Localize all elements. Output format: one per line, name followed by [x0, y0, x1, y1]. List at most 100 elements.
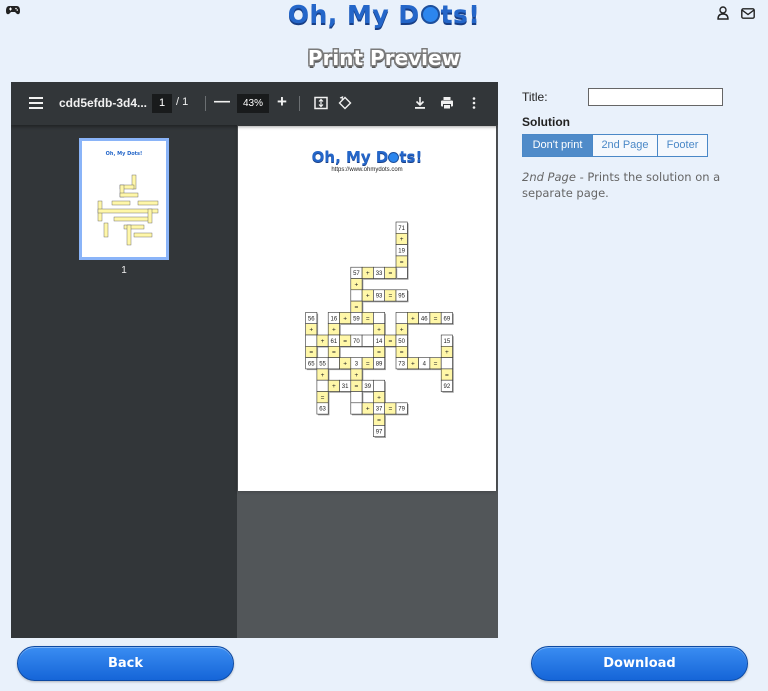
- solution-label: Solution: [522, 115, 570, 129]
- thumbnail-page-number: 1: [121, 265, 127, 276]
- puzzle-number: 65: [308, 361, 315, 367]
- puzzle-operator: +: [355, 281, 359, 288]
- puzzle-number: 92: [444, 384, 451, 390]
- svg-text:Oh, My Dots!: Oh, My Dots!: [106, 151, 143, 157]
- zoom-level-input[interactable]: 43%: [237, 94, 269, 113]
- puzzle-number: 55: [319, 361, 326, 367]
- rotate-icon[interactable]: [338, 96, 352, 110]
- puzzle-operator: =: [309, 349, 313, 356]
- puzzle-operator: +: [343, 360, 347, 367]
- puzzle-number: 70: [353, 339, 360, 345]
- puzzle-operator: =: [445, 372, 449, 379]
- download-button[interactable]: Download: [531, 646, 748, 681]
- puzzle-number: 79: [398, 407, 405, 413]
- puzzle-number: 73: [398, 361, 405, 367]
- solution-description: 2nd Page - Prints the solution on a sepa…: [522, 170, 721, 200]
- puzzle-operator: =: [366, 315, 370, 322]
- puzzle-number: 71: [398, 226, 405, 232]
- puzzle-operator: =: [377, 349, 381, 356]
- puzzle-number: 16: [331, 316, 338, 322]
- back-button[interactable]: Back: [17, 646, 234, 681]
- puzzle-number: 14: [376, 339, 383, 345]
- puzzle-operator: =: [400, 259, 404, 266]
- puzzle-cell: [373, 312, 385, 324]
- puzzle-operator: +: [355, 372, 359, 379]
- puzzle-operator: +: [366, 270, 370, 277]
- puzzle-grid: 71 +19 = 57 +33 = + + 93 = 95 = 56 16 +59 = +46 = 69 + + + + + 6…: [305, 221, 454, 438]
- puzzle-number: 95: [398, 294, 405, 300]
- pdf-viewer[interactable]: cdd5efdb-3d4... 1 / 1 — 43% + Oh, My Dot…: [11, 82, 498, 638]
- pdf-toolbar: cdd5efdb-3d4... 1 / 1 — 43% +: [11, 82, 498, 125]
- puzzle-number: 37: [376, 407, 383, 413]
- download-icon[interactable]: [413, 96, 427, 110]
- puzzle-operator: =: [434, 315, 438, 322]
- puzzle-operator: +: [377, 394, 381, 401]
- title-input[interactable]: [588, 88, 723, 106]
- puzzle-cell: [350, 402, 363, 415]
- user-icon[interactable]: [717, 6, 729, 20]
- title-label: Title:: [522, 90, 548, 104]
- pdf-page: Oh, My Dts! https://www.ohmydots.com 71 +…: [238, 126, 496, 491]
- puzzle-number: 46: [421, 316, 428, 322]
- puzzle-cell: [373, 379, 385, 392]
- puzzle-operator: =: [400, 349, 404, 356]
- puzzle-cell: [316, 379, 329, 392]
- puzzle-operator: =: [434, 360, 438, 367]
- puzzle-number: 56: [308, 316, 315, 322]
- puzzle-number: 31: [342, 384, 349, 390]
- puzzle-operator: =: [343, 338, 347, 345]
- puzzle-operator: +: [400, 327, 404, 334]
- puzzle-operator: =: [388, 406, 392, 413]
- puzzle-number: 57: [353, 271, 360, 277]
- site-logo[interactable]: Oh, My Dts!: [0, 0, 768, 29]
- puzzle-operator: +: [400, 236, 404, 243]
- puzzle-operator: +: [332, 383, 336, 390]
- puzzle-cell: [440, 357, 453, 370]
- puzzle-cell: [361, 334, 374, 347]
- puzzle-operator: =: [332, 349, 336, 356]
- page-number-input[interactable]: 1: [152, 94, 172, 113]
- puzzle-operator: =: [377, 417, 381, 424]
- puzzle-number: 89: [376, 361, 383, 367]
- menu-icon[interactable]: [29, 97, 43, 109]
- puzzle-number: 97: [376, 429, 383, 435]
- zoom-out-button[interactable]: —: [214, 93, 230, 111]
- puzzle-operator: =: [388, 338, 392, 345]
- toolbar-divider: [299, 96, 300, 111]
- puzzle-operator: +: [445, 349, 449, 356]
- toolbar-divider: [205, 96, 206, 111]
- puzzle-operator: +: [366, 293, 370, 300]
- top-bar: Oh, My Dts!: [0, 0, 768, 34]
- more-options-icon[interactable]: [467, 96, 481, 110]
- puzzle-operator: +: [309, 327, 313, 334]
- puzzle-operator: =: [388, 270, 392, 277]
- puzzle-number: 15: [444, 339, 451, 345]
- puzzle-cell: [350, 289, 363, 302]
- thumbnail-preview: Oh, My Dots!: [97, 151, 159, 246]
- puzzle-cell: [350, 391, 363, 404]
- puzzle-cell: [305, 334, 318, 347]
- puzzle-number: 50: [398, 339, 405, 345]
- puzzle-number: 33: [376, 271, 383, 277]
- puzzle-cell: [395, 266, 408, 279]
- puzzle-operator: =: [366, 360, 370, 367]
- solution-option-footer[interactable]: Footer: [658, 134, 708, 157]
- puzzle-operator: =: [355, 304, 359, 311]
- puzzle-operator: +: [411, 360, 415, 367]
- print-icon[interactable]: [440, 96, 454, 110]
- mail-icon[interactable]: [741, 8, 755, 19]
- pdf-file-name: cdd5efdb-3d4...: [59, 96, 148, 110]
- puzzle-operator: +: [343, 315, 347, 322]
- zoom-in-button[interactable]: +: [277, 92, 287, 112]
- puzzle-operator: +: [411, 315, 415, 322]
- solution-option-2nd-page[interactable]: 2nd Page: [593, 134, 658, 157]
- fit-page-icon[interactable]: [314, 96, 328, 110]
- puzzle-cell: [395, 312, 408, 324]
- logo-dot-icon: [420, 5, 440, 24]
- page-thumbnail[interactable]: Oh, My Dots!: [79, 138, 169, 260]
- puzzle-operator: =: [355, 383, 359, 390]
- puzzle-number: 19: [398, 248, 405, 254]
- solution-option-dont-print[interactable]: Don't print: [522, 134, 593, 157]
- puzzle-number: 59: [353, 316, 360, 322]
- puzzle-operator: +: [377, 327, 381, 334]
